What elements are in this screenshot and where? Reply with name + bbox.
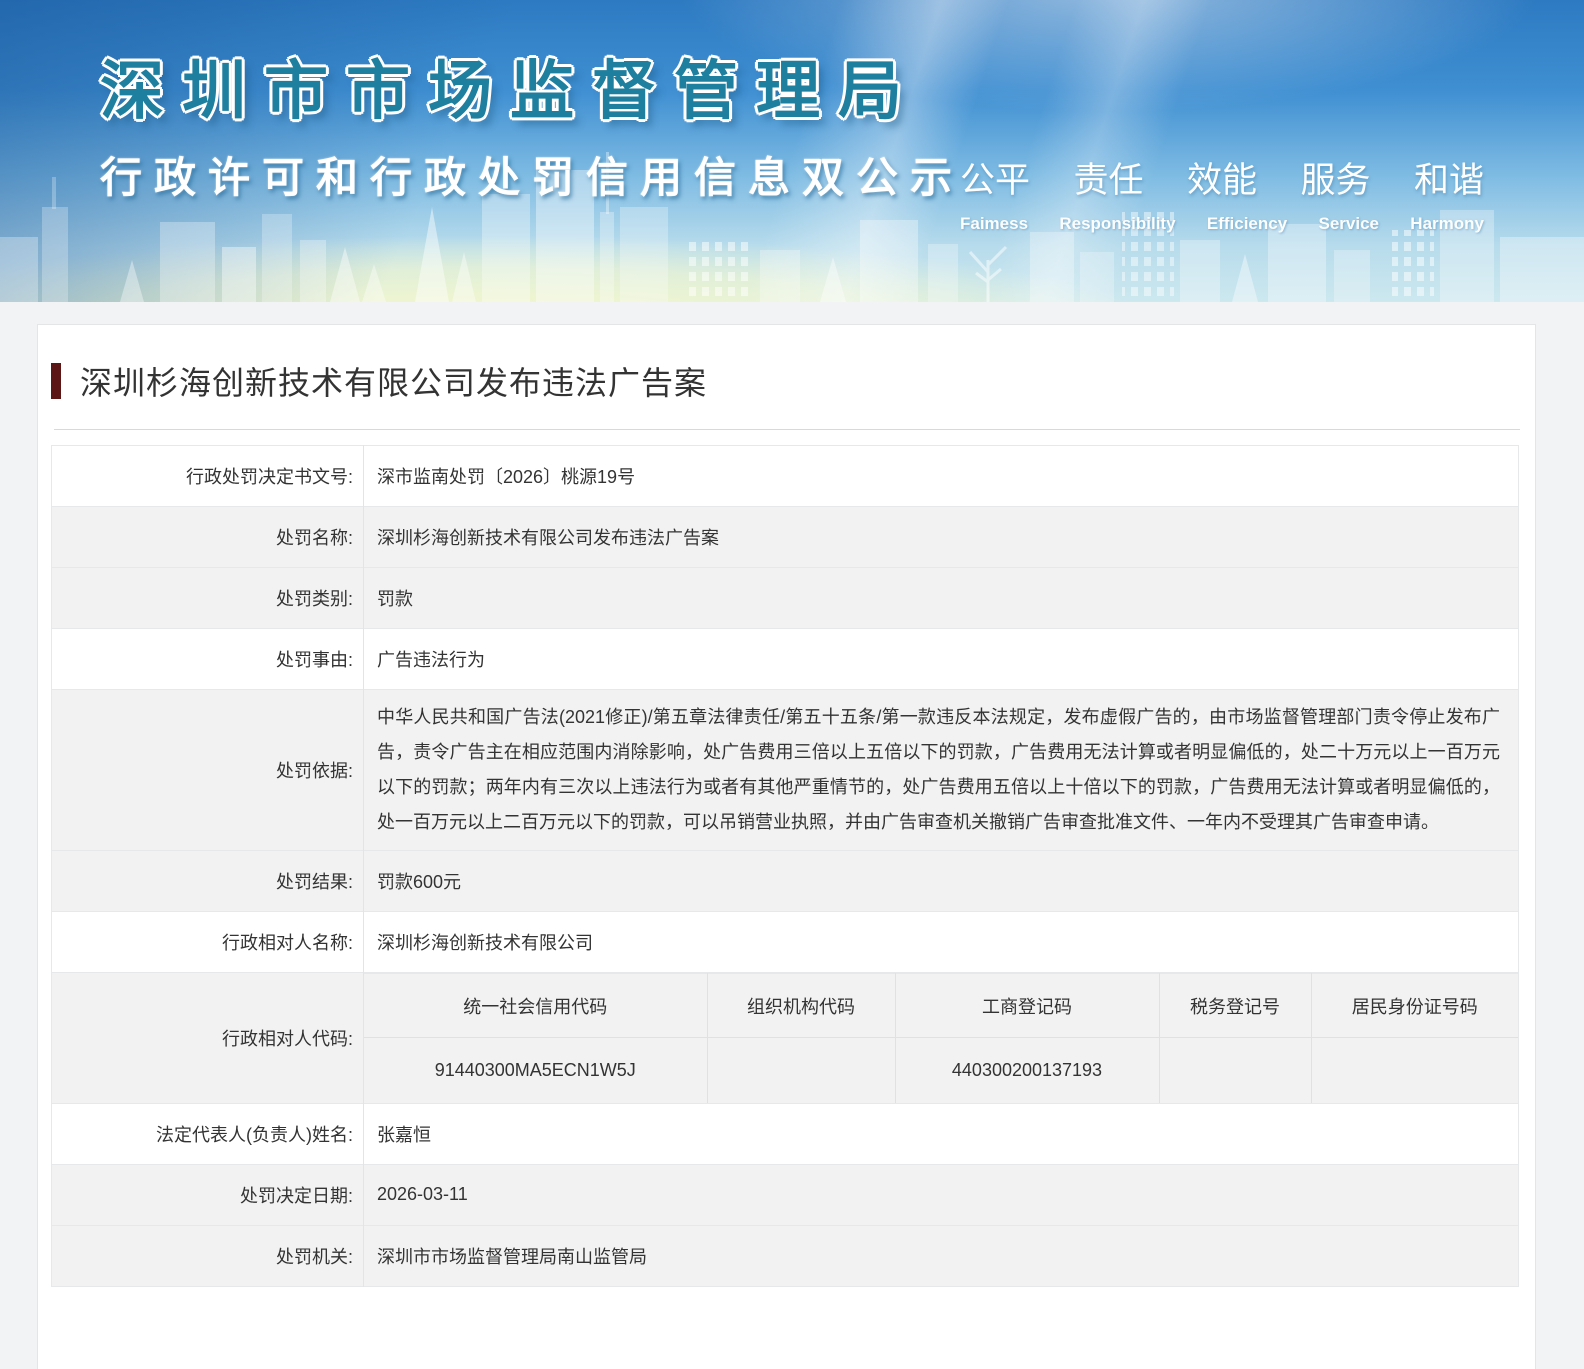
field-value: 2026-03-11	[377, 1184, 468, 1204]
slogan-word-en: Efficiency	[1206, 214, 1288, 233]
row-decision-date: 处罚决定日期: 2026-03-11	[51, 1164, 1519, 1225]
field-label: 处罚依据:	[51, 689, 364, 851]
code-value	[1158, 1037, 1311, 1103]
field-label: 行政相对人代码:	[51, 972, 364, 1103]
field-label: 处罚结果:	[51, 850, 364, 912]
field-value: 广告违法行为	[377, 650, 485, 670]
org-name-title: 深圳市市场监督管理局	[100, 55, 920, 127]
field-label: 处罚机关:	[51, 1225, 364, 1286]
slogan-chinese: 公平 责任 效能 服务 和谐	[960, 152, 1484, 203]
page: 深圳市市场监督管理局 行政许可和行政处罚信用信息双公示 公平 责任 效能 服务 …	[0, 0, 1584, 1369]
slogan-word-en: Faimess	[960, 214, 1029, 233]
party-code-cell: 统一社会信用代码 组织机构代码 工商登记码 税务登记号 居民身份证号码 9144…	[364, 973, 1519, 1104]
field-value: 深圳市市场监督管理局南山监管局	[377, 1246, 647, 1267]
field-value: 深市监南处罚〔2026〕桃源19号	[377, 467, 636, 487]
banner-subtitle: 行政许可和行政处罚信用信息双公示	[100, 154, 965, 201]
row-penalty-result: 处罚结果: 罚款600元	[51, 850, 1519, 912]
code-column-header: 工商登记码	[894, 973, 1159, 1038]
row-penalty-basis: 处罚依据: 中华人民共和国广告法(2021修正)/第五章法律责任/第五十五条/第…	[51, 689, 1519, 851]
row-decision-doc-number: 行政处罚决定书文号: 深市监南处罚〔2026〕桃源19号	[51, 445, 1519, 507]
code-column-header: 组织机构代码	[706, 973, 895, 1038]
party-code-header-row: 统一社会信用代码 组织机构代码 工商登记码 税务登记号 居民身份证号码	[364, 973, 1518, 1038]
field-label: 行政处罚决定书文号:	[51, 445, 364, 507]
field-label: 行政相对人名称:	[51, 911, 364, 973]
slogan-english: Faimess Responsibility Efficiency Servic…	[960, 214, 1484, 234]
row-party-name: 行政相对人名称: 深圳杉海创新技术有限公司	[51, 911, 1519, 973]
code-value	[1310, 1037, 1518, 1103]
code-value: 440300200137193	[894, 1037, 1159, 1103]
field-label: 处罚名称:	[51, 506, 364, 568]
slogan-word-en: Responsibility	[1059, 214, 1176, 233]
slogan-word-en: Harmony	[1410, 214, 1484, 233]
code-column-header: 统一社会信用代码	[364, 973, 707, 1038]
case-title-row: 深圳杉海创新技术有限公司发布违法广告案	[38, 325, 1535, 404]
row-penalty-reason: 处罚事由: 广告违法行为	[51, 628, 1519, 690]
slogan-word: 责任	[1073, 161, 1144, 200]
row-penalty-name: 处罚名称: 深圳杉海创新技术有限公司发布违法广告案	[51, 506, 1519, 568]
field-value: 罚款600元	[377, 872, 462, 892]
field-value: 罚款	[377, 589, 413, 609]
field-label: 处罚类别:	[51, 567, 364, 629]
party-code-value-row: 91440300MA5ECN1W5J 440300200137193	[364, 1037, 1518, 1103]
content-card: 深圳杉海创新技术有限公司发布违法广告案 行政处罚决定书文号: 深市监南处罚〔20…	[37, 324, 1536, 1369]
code-column-header: 税务登记号	[1158, 973, 1311, 1038]
row-party-codes: 行政相对人代码: 统一社会信用代码 组织机构代码 工商登记码 税务登记号 居民身…	[51, 972, 1519, 1104]
penalty-detail-table: 行政处罚决定书文号: 深市监南处罚〔2026〕桃源19号 处罚名称: 深圳杉海创…	[51, 445, 1519, 1287]
field-value: 中华人民共和国广告法(2021修正)/第五章法律责任/第五十五条/第一款违反本法…	[377, 707, 1500, 832]
slogan-block: 公平 责任 效能 服务 和谐 Faimess Responsibility Ef…	[960, 152, 1484, 234]
page-title: 深圳杉海创新技术有限公司发布违法广告案	[80, 365, 708, 401]
code-column-header: 居民身份证号码	[1310, 973, 1518, 1038]
slogan-word: 和谐	[1413, 161, 1484, 200]
party-code-table: 统一社会信用代码 组织机构代码 工商登记码 税务登记号 居民身份证号码 9144…	[364, 973, 1518, 1103]
field-value: 深圳杉海创新技术有限公司	[377, 933, 593, 953]
row-penalty-category: 处罚类别: 罚款	[51, 567, 1519, 629]
field-value: 张嘉恒	[377, 1124, 431, 1145]
field-label: 处罚决定日期:	[51, 1164, 364, 1225]
row-legal-representative: 法定代表人(负责人)姓名: 张嘉恒	[51, 1103, 1519, 1164]
slogan-word-en: Service	[1318, 214, 1379, 233]
field-label: 处罚事由:	[51, 628, 364, 690]
slogan-word: 服务	[1300, 161, 1371, 200]
title-accent-marker	[51, 363, 61, 399]
row-penalty-authority: 处罚机关: 深圳市市场监督管理局南山监管局	[51, 1225, 1519, 1286]
slogan-word: 效能	[1186, 161, 1257, 200]
code-value	[706, 1037, 895, 1103]
field-label: 法定代表人(负责人)姓名:	[51, 1103, 364, 1164]
title-divider	[54, 429, 1520, 430]
site-banner: 深圳市市场监督管理局 行政许可和行政处罚信用信息双公示 公平 责任 效能 服务 …	[0, 0, 1584, 302]
code-value: 91440300MA5ECN1W5J	[434, 1059, 636, 1080]
slogan-word: 公平	[960, 161, 1031, 200]
field-value: 深圳杉海创新技术有限公司发布违法广告案	[377, 528, 719, 548]
